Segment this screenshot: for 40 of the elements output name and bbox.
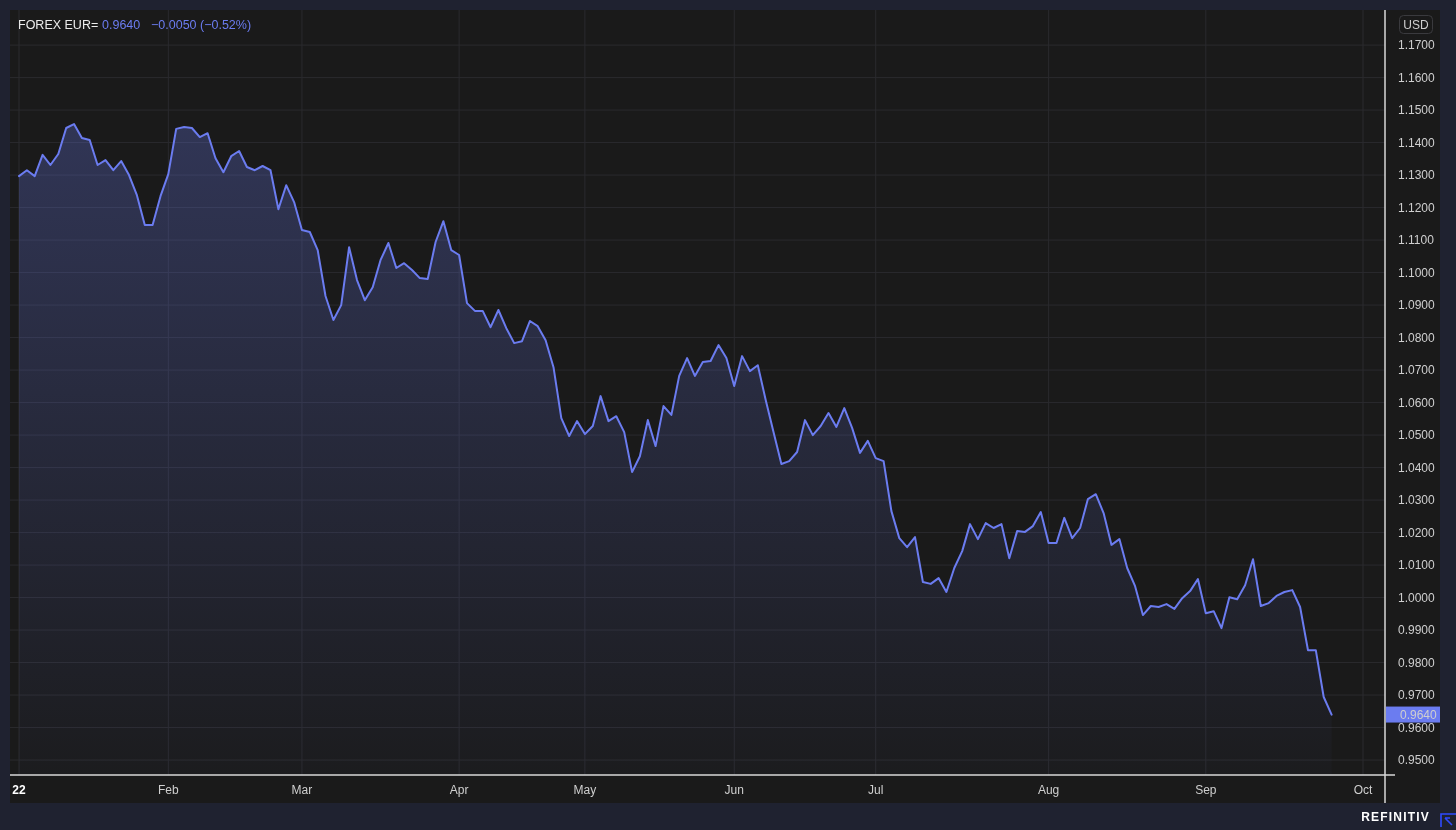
y-axis-label: 1.0900 xyxy=(1398,298,1435,313)
y-axis-label: 1.1300 xyxy=(1398,168,1435,183)
y-axis-label: 1.1500 xyxy=(1398,103,1435,118)
y-axis-label: 1.0800 xyxy=(1398,330,1435,345)
y-axis-label: 1.0700 xyxy=(1398,363,1435,378)
brand-name: REFINITIV xyxy=(1361,809,1430,824)
y-axis-label: 1.0100 xyxy=(1398,558,1435,573)
y-axis-label: 1.0000 xyxy=(1398,590,1435,605)
x-axis-label: May xyxy=(573,783,597,797)
x-axis-label: Oct xyxy=(1353,783,1373,797)
y-axis-label: 1.1700 xyxy=(1398,38,1435,53)
x-axis-label: Apr xyxy=(449,783,469,797)
x-axis-label: Mar xyxy=(291,783,313,797)
y-axis-label: 1.0600 xyxy=(1398,395,1435,410)
y-axis-label: 0.9600 xyxy=(1398,720,1435,735)
legend-change: −0.0050 (−0.52%) xyxy=(151,18,252,32)
x-axis-label: Jun xyxy=(724,783,744,797)
x-axis-label: 22 xyxy=(12,783,26,797)
corner-arrow-logo-icon xyxy=(1440,812,1456,827)
y-axis-label: 0.9800 xyxy=(1398,655,1435,670)
y-axis-label: 1.0300 xyxy=(1398,493,1435,508)
currency-badge[interactable]: USD xyxy=(1399,15,1433,34)
x-axis-label: Sep xyxy=(1195,783,1217,797)
y-axis-label: 1.0500 xyxy=(1398,428,1435,443)
price-badge: 0.9640 xyxy=(1386,706,1440,723)
x-axis-label: Feb xyxy=(158,783,179,797)
y-axis-label: 0.9900 xyxy=(1398,623,1435,638)
y-axis-label: 1.1200 xyxy=(1398,200,1435,215)
y-axis-label: 0.9700 xyxy=(1398,688,1435,703)
y-axis-label: 1.1600 xyxy=(1398,70,1435,85)
y-axis-label: 1.1400 xyxy=(1398,135,1435,150)
x-axis-label: Jul xyxy=(868,783,884,797)
legend-symbol: FOREX EUR= xyxy=(18,18,99,32)
y-axis-label: 1.1000 xyxy=(1398,265,1435,280)
y-axis-label: 1.0200 xyxy=(1398,525,1435,540)
y-axis-label: 0.9500 xyxy=(1398,753,1435,768)
x-axis-label: Aug xyxy=(1037,783,1060,797)
y-axis-label: 1.0400 xyxy=(1398,460,1435,475)
y-axis-label: 1.1100 xyxy=(1398,233,1434,248)
legend-price: 0.9640 xyxy=(102,18,141,32)
